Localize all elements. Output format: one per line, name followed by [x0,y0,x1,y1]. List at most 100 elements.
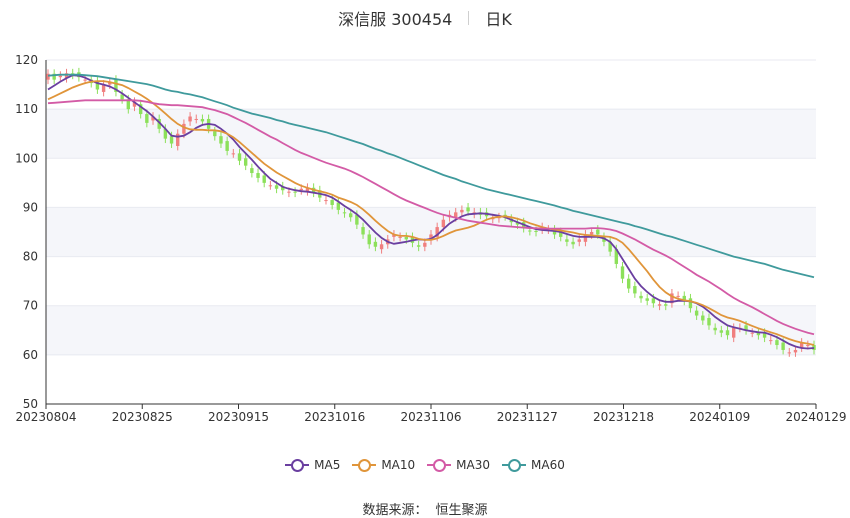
candle-body [676,295,680,297]
candle-body [651,298,656,304]
candle-body [324,200,328,202]
legend-item-ma5[interactable]: MA5 [285,458,340,472]
candle-body [182,123,186,134]
candle-body [361,227,365,235]
candle-body [626,278,631,289]
candle-body [620,266,625,279]
data-source: 数据来源： 恒生聚源 [0,499,850,518]
x-tick-label: 20230804 [15,410,76,424]
candle-body [194,118,198,120]
candle-body [589,232,594,235]
candle-body [58,75,63,78]
candle-body [775,340,779,346]
candle-body [664,304,668,306]
y-tick-label: 80 [23,250,38,264]
candle-body [176,133,180,146]
candle-body [262,175,266,183]
candle-body [398,236,402,238]
candle-body [806,345,810,347]
candle-body [787,352,791,354]
candle-body [373,241,378,247]
legend: MA5 MA10 MA30 MA60 [0,458,850,474]
candle-body [423,242,427,247]
y-tick-label: 60 [23,348,38,362]
candle-body [793,349,798,353]
candle-body [145,114,149,123]
x-tick-label: 20240129 [785,410,846,424]
legend-label: MA60 [531,458,565,472]
candle-body [274,185,279,189]
candle-body [528,230,532,232]
candle-body [701,315,705,321]
candle-body [571,241,575,245]
legend-swatch [285,459,310,472]
y-tick-label: 120 [15,53,38,67]
x-tick-label: 20240109 [689,410,750,424]
legend-label: MA30 [456,458,491,472]
candle-body [596,229,600,235]
x-tick-label: 20230915 [208,410,269,424]
y-tick-label: 50 [23,397,38,411]
candle-body [268,185,273,187]
candle-body [299,188,303,191]
candle-body [231,153,236,155]
x-tick-label: 20231016 [304,410,365,424]
candle-body [379,244,384,250]
candle-body [336,202,341,210]
candle-body [577,239,581,242]
candle-body [534,231,538,233]
candle-body [237,153,242,161]
candle-body [645,298,649,301]
plot-band [46,109,816,159]
candle-body [460,209,464,213]
candle-body [565,239,569,242]
candle-body [256,173,260,178]
x-tick-label: 20230825 [112,410,173,424]
candle-body [725,330,730,336]
legend-item-ma60[interactable]: MA60 [502,458,565,472]
candle-body [633,286,637,294]
candle-body [750,332,754,334]
candle-body [219,136,223,144]
legend-label: MA5 [314,458,341,472]
candle-body [731,327,736,338]
candle-body [416,245,421,247]
candle-body [169,136,174,144]
y-tick-label: 100 [15,151,38,165]
y-axis-ticks: 50 60 70 80 90 100 110 120 [15,53,38,411]
legend-swatch [427,459,452,472]
candle-body [639,295,643,299]
y-tick-label: 70 [23,299,38,313]
x-tick-label: 20231106 [400,410,461,424]
candle-body [781,342,785,350]
x-tick-label: 20231127 [497,410,558,424]
candle-body [243,158,248,166]
candle-body [188,116,192,122]
candle-body [713,327,717,331]
candle-body [367,234,371,245]
y-tick-label: 110 [15,102,38,116]
candle-body [769,340,773,342]
candlestick-chart: 50 60 70 80 90 100 110 120 20230804 20230825 2023… [15,53,846,424]
candle-body [200,118,205,122]
candle-body [694,310,699,316]
legend-item-ma10[interactable]: MA10 [352,458,415,472]
candle-body [342,212,347,214]
candle-body [657,304,662,306]
candle-body [46,73,50,80]
legend-label: MA10 [381,458,416,472]
candle-body [250,168,254,174]
y-tick-label: 90 [23,200,38,214]
candle-body [719,330,724,333]
candle-body [330,200,334,205]
legend-swatch [502,459,527,472]
candle-body [707,318,711,326]
candle-body [287,191,291,193]
candle-body [688,298,693,309]
candle-body [293,191,297,193]
candle-body [404,236,408,240]
candle-body [213,131,217,137]
candle-body [225,141,229,151]
legend-item-ma30[interactable]: MA30 [427,458,490,472]
x-tick-label: 20231218 [593,410,654,424]
